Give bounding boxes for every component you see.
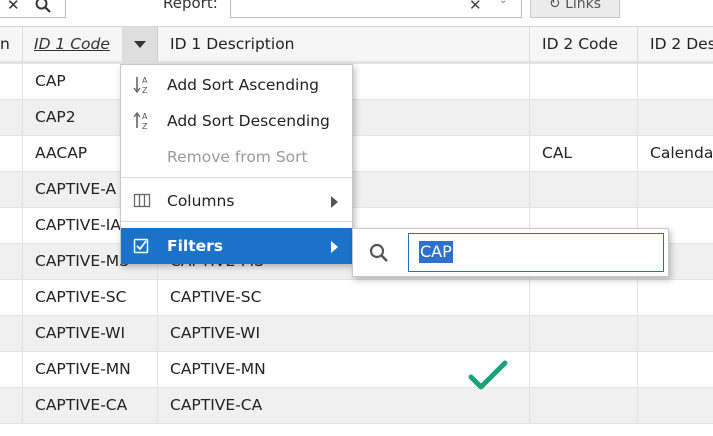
- svg-text:A: A: [142, 76, 148, 85]
- cell-id2-code[interactable]: [530, 172, 638, 207]
- table-row[interactable]: CAPTIVE-A: [0, 172, 713, 208]
- header-id2-code[interactable]: ID 2 Code: [530, 27, 638, 62]
- cell-id2-description[interactable]: [638, 280, 713, 315]
- links-label: Links: [565, 0, 602, 12]
- toolbar: ✕ Report: ✕ ⌄ ↻ Links: [0, 0, 713, 26]
- cell-id2-description[interactable]: Calenda: [638, 136, 713, 171]
- table-row[interactable]: CAP2: [0, 100, 713, 136]
- filter-input[interactable]: CAP: [408, 233, 664, 272]
- cell-id1-code[interactable]: CAPTIVE-SC: [23, 280, 158, 315]
- cell-id2-description[interactable]: [638, 100, 713, 135]
- menu-label-sort-descending: Add Sort Descending: [167, 112, 330, 130]
- table-row[interactable]: CAPTIVE-WI CAPTIVE-WI: [0, 316, 713, 352]
- refresh-icon: ↻: [548, 0, 566, 12]
- menu-item-sort-descending[interactable]: AZ Add Sort Descending: [121, 103, 352, 139]
- cell-id2-description[interactable]: [638, 352, 713, 387]
- menu-item-remove-from-sort: Remove from Sort: [121, 139, 352, 175]
- grid-header: n ID 1 Code ID 1 Description ID 2 Code I…: [0, 26, 713, 64]
- table-row[interactable]: CAP: [0, 64, 713, 100]
- header-id1-code[interactable]: ID 1 Code: [23, 27, 123, 62]
- table-row[interactable]: CAPTIVE-SC CAPTIVE-SC: [0, 280, 713, 316]
- cell-id2-description[interactable]: [638, 172, 713, 207]
- checkmark-icon: [468, 359, 508, 397]
- filter-flyout: CAP: [352, 228, 669, 277]
- svg-text:A: A: [142, 112, 148, 121]
- columns-icon: [133, 183, 153, 219]
- cell-id1-code[interactable]: CAPTIVE-CA: [23, 388, 158, 423]
- column-context-menu: AZ Add Sort Ascending AZ Add Sort Descen…: [120, 64, 353, 264]
- cell-id1-description[interactable]: CAPTIVE-SC: [158, 280, 530, 315]
- search-icon[interactable]: [35, 0, 51, 17]
- table-row[interactable]: CAPTIVE-MN CAPTIVE-MN: [0, 352, 713, 388]
- report-select[interactable]: ✕ ⌄: [230, 0, 522, 18]
- cell-id1-description[interactable]: CAPTIVE-WI: [158, 316, 530, 351]
- menu-separator: [121, 221, 352, 222]
- menu-label-columns: Columns: [167, 192, 235, 210]
- chevron-right-icon: [331, 241, 338, 253]
- cell-id2-code[interactable]: [530, 280, 638, 315]
- cell-id2-description[interactable]: [638, 316, 713, 351]
- report-clear-icon[interactable]: ✕: [469, 0, 482, 14]
- cell-id2-description[interactable]: [638, 388, 713, 423]
- cell-id1-code[interactable]: CAPTIVE-WI: [23, 316, 158, 351]
- chevron-right-icon: [331, 196, 338, 208]
- menu-label-remove-from-sort: Remove from Sort: [167, 148, 308, 166]
- header-col-0[interactable]: n: [0, 27, 23, 62]
- caret-down-icon: [134, 41, 146, 48]
- search-icon: [369, 243, 389, 267]
- report-label: Report:: [163, 0, 218, 12]
- menu-item-sort-ascending[interactable]: AZ Add Sort Ascending: [121, 67, 352, 103]
- svg-text:Z: Z: [142, 86, 148, 95]
- sort-ascending-icon: AZ: [133, 67, 153, 103]
- cell-id2-code[interactable]: [530, 100, 638, 135]
- menu-item-filters[interactable]: Filters: [121, 228, 352, 264]
- menu-label-sort-ascending: Add Sort Ascending: [167, 76, 320, 94]
- table-row[interactable]: CAPTIVE-CA CAPTIVE-CA: [0, 388, 713, 424]
- header-id2-description[interactable]: ID 2 Des: [638, 27, 713, 62]
- filter-input-value: CAP: [419, 241, 453, 263]
- menu-label-filters: Filters: [167, 237, 224, 255]
- menu-separator: [121, 177, 352, 178]
- cell-id2-code[interactable]: [530, 388, 638, 423]
- cell-id2-code[interactable]: CAL: [530, 136, 638, 171]
- cell-id2-code[interactable]: [530, 352, 638, 387]
- svg-text:Z: Z: [142, 122, 148, 131]
- cell-id2-description[interactable]: [638, 64, 713, 99]
- table-row[interactable]: AACAPREEMED CAPITALCALCalenda: [0, 136, 713, 172]
- column-menu-button[interactable]: [123, 27, 158, 62]
- cell-id1-code[interactable]: CAPTIVE-MN: [23, 352, 158, 387]
- sort-descending-icon: AZ: [133, 103, 153, 139]
- checkbox-icon: [133, 228, 153, 264]
- menu-item-columns[interactable]: Columns: [121, 183, 352, 219]
- links-button[interactable]: ↻ Links: [530, 0, 620, 18]
- cell-id2-code[interactable]: [530, 316, 638, 351]
- clear-icon[interactable]: ✕: [7, 0, 20, 14]
- cell-id2-code[interactable]: [530, 64, 638, 99]
- search-box[interactable]: ✕: [0, 0, 66, 18]
- header-id1-description[interactable]: ID 1 Description: [158, 27, 530, 62]
- chevron-down-icon[interactable]: ⌄: [499, 0, 507, 6]
